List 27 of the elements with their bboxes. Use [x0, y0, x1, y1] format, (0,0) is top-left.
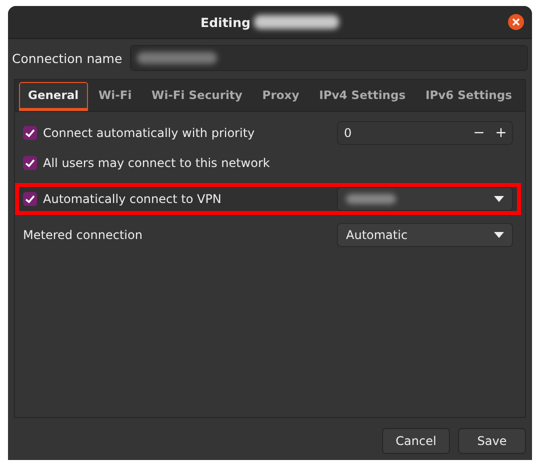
option-label: Connect automatically with priority: [43, 126, 256, 140]
option-label: Automatically connect to VPN: [43, 192, 222, 206]
caret-icon: [494, 196, 504, 202]
vpn-dropdown[interactable]: [337, 187, 513, 211]
option-label: Metered connection: [23, 228, 144, 242]
field-label: Connection name: [12, 50, 122, 66]
cancel-button[interactable]: Cancel: [382, 428, 450, 454]
checkbox[interactable]: [23, 192, 37, 206]
caret-icon: [494, 232, 504, 238]
save-button[interactable]: Save: [458, 428, 526, 454]
metered-dropdown[interactable]: Automatic: [337, 223, 513, 247]
plus-button[interactable]: +: [490, 125, 512, 141]
minus-button[interactable]: −: [468, 125, 490, 141]
tab[interactable]: Wi-Fi: [89, 82, 141, 111]
checkbox[interactable]: [23, 156, 37, 170]
window-title: Editing: [200, 14, 250, 30]
checkbox[interactable]: [23, 126, 37, 140]
tab[interactable]: Wi-Fi Security: [142, 82, 252, 111]
connection-name-field[interactable]: [130, 45, 528, 71]
tab[interactable]: Proxy: [253, 82, 308, 111]
tab[interactable]: General: [19, 82, 88, 111]
close-icon: [511, 17, 521, 27]
priority-spinner[interactable]: 0 − +: [337, 121, 513, 145]
close-button[interactable]: [508, 14, 524, 30]
tab[interactable]: IPv4 Settings: [310, 82, 415, 111]
tab[interactable]: IPv6 Settings: [416, 82, 521, 111]
option-label: All users may connect to this network: [43, 156, 271, 170]
